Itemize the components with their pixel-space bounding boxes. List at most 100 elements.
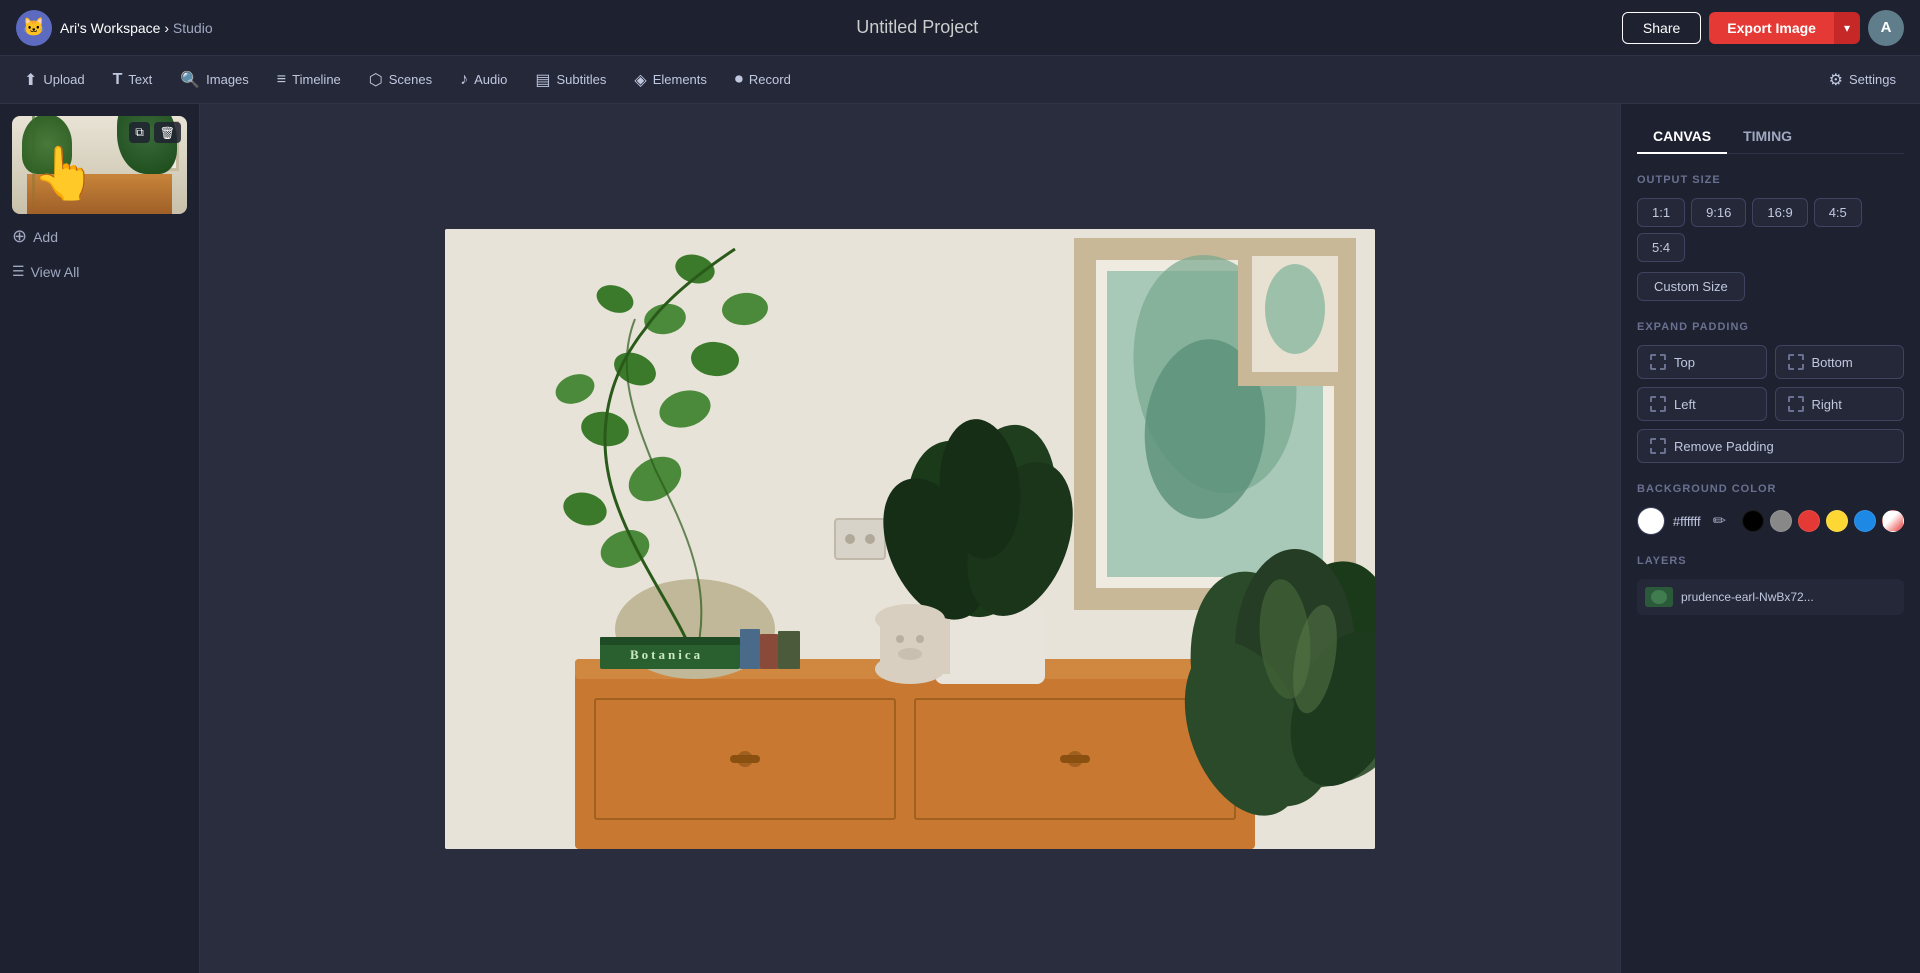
size-5-4[interactable]: 5:4 xyxy=(1637,233,1685,262)
background-color-label: BACKGROUND COLOR xyxy=(1637,483,1904,495)
breadcrumb: Ari's Workspace › Studio xyxy=(60,20,213,36)
toolbar-images-label: Images xyxy=(206,72,249,87)
layers-section: LAYERS prudence-earl-NwBx72... xyxy=(1637,555,1904,615)
custom-size-button[interactable]: Custom Size xyxy=(1637,272,1745,301)
scenes-icon: ⬡ xyxy=(369,70,383,90)
right-panel: CANVAS TIMING OUTPUT SIZE 1:1 9:16 16:9 … xyxy=(1620,104,1920,973)
swatch-red[interactable] xyxy=(1798,510,1820,532)
export-button-group: Export Image ▾ xyxy=(1709,12,1860,44)
toolbar-subtitles-label: Subtitles xyxy=(557,72,607,87)
user-avatar[interactable]: A xyxy=(1868,10,1904,46)
size-1-1[interactable]: 1:1 xyxy=(1637,198,1685,227)
output-size-label: OUTPUT SIZE xyxy=(1637,174,1904,186)
app-name: Studio xyxy=(173,20,213,36)
layer-name: prudence-earl-NwBx72... xyxy=(1681,590,1814,604)
text-icon: T xyxy=(113,71,123,89)
toolbar-scenes-label: Scenes xyxy=(389,72,432,87)
size-16-9[interactable]: 16:9 xyxy=(1752,198,1807,227)
canvas-image[interactable]: Botanica xyxy=(445,229,1375,849)
swatch-yellow[interactable] xyxy=(1826,510,1848,532)
list-icon: ☰ xyxy=(12,263,25,280)
workspace-name[interactable]: Ari's Workspace xyxy=(60,20,160,36)
layer-item[interactable]: prudence-earl-NwBx72... xyxy=(1637,579,1904,615)
svg-text:Botanica: Botanica xyxy=(630,647,703,662)
swatch-gradient[interactable] xyxy=(1882,510,1904,532)
toolbar-elements[interactable]: ◈ Elements xyxy=(622,64,719,96)
images-icon: 🔍 xyxy=(180,70,200,90)
main-layout: ⧉ 🗑 👆 ⊕ Add ☰ View All xyxy=(0,104,1920,973)
toolbar-subtitles[interactable]: ▤ Subtitles xyxy=(523,64,618,96)
padding-grid: Top Bottom Left Right xyxy=(1637,345,1904,421)
toolbar-upload[interactable]: ⬆ Upload xyxy=(12,64,97,96)
toolbar-scenes[interactable]: ⬡ Scenes xyxy=(357,64,444,96)
view-all-button[interactable]: ☰ View All xyxy=(12,259,187,284)
toolbar-text-label: Text xyxy=(128,72,152,87)
subtitles-icon: ▤ xyxy=(535,70,550,90)
expand-padding-label: EXPAND PADDING xyxy=(1637,321,1904,333)
color-swatches xyxy=(1742,510,1904,532)
timeline-icon: ≡ xyxy=(277,71,286,89)
elements-icon: ◈ xyxy=(634,70,646,90)
breadcrumb-separator: › xyxy=(164,20,169,36)
padding-top-label: Top xyxy=(1674,355,1695,370)
size-4-5[interactable]: 4:5 xyxy=(1814,198,1862,227)
padding-left-label: Left xyxy=(1674,397,1696,412)
export-image-button[interactable]: Export Image xyxy=(1709,12,1834,44)
upload-icon: ⬆ xyxy=(24,70,37,90)
padding-left-button[interactable]: Left xyxy=(1637,387,1767,421)
canvas-svg: Botanica xyxy=(445,229,1375,849)
toolbar-timeline-label: Timeline xyxy=(292,72,341,87)
tab-timing[interactable]: TIMING xyxy=(1727,120,1808,154)
plus-icon: ⊕ xyxy=(12,226,27,247)
toolbar: ⬆ Upload T Text 🔍 Images ≡ Timeline ⬡ Sc… xyxy=(0,56,1920,104)
expand-padding-section: EXPAND PADDING Top Bottom Left Right xyxy=(1637,321,1904,463)
background-color-section: BACKGROUND COLOR #ffffff ✏ xyxy=(1637,483,1904,535)
scene-delete-button[interactable]: 🗑 xyxy=(154,122,181,143)
toolbar-upload-label: Upload xyxy=(43,72,84,87)
export-chevron-button[interactable]: ▾ xyxy=(1834,12,1860,44)
top-bar: 🐱 Ari's Workspace › Studio Untitled Proj… xyxy=(0,0,1920,56)
toolbar-audio[interactable]: ♪ Audio xyxy=(448,65,519,95)
toolbar-settings-label: Settings xyxy=(1849,72,1896,87)
share-button[interactable]: Share xyxy=(1622,12,1701,44)
view-all-label: View All xyxy=(31,264,80,280)
padding-right-button[interactable]: Right xyxy=(1775,387,1905,421)
top-actions: Share Export Image ▾ A xyxy=(1622,10,1904,46)
remove-padding-icon xyxy=(1650,438,1666,454)
add-scene-button[interactable]: ⊕ Add xyxy=(12,222,187,251)
add-label: Add xyxy=(33,229,58,245)
workspace-info: 🐱 Ari's Workspace › Studio xyxy=(16,10,213,46)
left-panel: ⧉ 🗑 👆 ⊕ Add ☰ View All xyxy=(0,104,200,973)
toolbar-elements-label: Elements xyxy=(653,72,707,87)
padding-bottom-icon xyxy=(1788,354,1804,370)
settings-icon: ⚙ xyxy=(1829,70,1843,90)
toolbar-settings[interactable]: ⚙ Settings xyxy=(1817,64,1908,96)
padding-bottom-label: Bottom xyxy=(1812,355,1853,370)
project-title: Untitled Project xyxy=(225,17,1610,38)
size-9-16[interactable]: 9:16 xyxy=(1691,198,1746,227)
toolbar-images[interactable]: 🔍 Images xyxy=(168,64,261,96)
padding-bottom-button[interactable]: Bottom xyxy=(1775,345,1905,379)
toolbar-text[interactable]: T Text xyxy=(101,65,165,95)
scene-copy-button[interactable]: ⧉ xyxy=(129,122,150,143)
padding-top-button[interactable]: Top xyxy=(1637,345,1767,379)
padding-top-icon xyxy=(1650,354,1666,370)
padding-left-icon xyxy=(1650,396,1666,412)
swatch-black[interactable] xyxy=(1742,510,1764,532)
eyedropper-button[interactable]: ✏ xyxy=(1709,507,1730,535)
layers-label: LAYERS xyxy=(1637,555,1904,567)
toolbar-timeline[interactable]: ≡ Timeline xyxy=(265,65,353,95)
toolbar-record[interactable]: ⏺ Record xyxy=(723,65,803,95)
color-preview[interactable] xyxy=(1637,507,1665,535)
toolbar-audio-label: Audio xyxy=(474,72,507,87)
remove-padding-button[interactable]: Remove Padding xyxy=(1637,429,1904,463)
workspace-avatar: 🐱 xyxy=(16,10,52,46)
color-hex-value[interactable]: #ffffff xyxy=(1673,514,1701,529)
canvas-area: Botanica xyxy=(200,104,1620,973)
swatch-gray[interactable] xyxy=(1770,510,1792,532)
scene-thumbnail[interactable]: ⧉ 🗑 👆 xyxy=(12,116,187,214)
swatch-blue[interactable] xyxy=(1854,510,1876,532)
tab-canvas[interactable]: CANVAS xyxy=(1637,120,1727,154)
output-size-section: OUTPUT SIZE 1:1 9:16 16:9 4:5 5:4 Custom… xyxy=(1637,174,1904,301)
toolbar-record-label: Record xyxy=(749,72,791,87)
